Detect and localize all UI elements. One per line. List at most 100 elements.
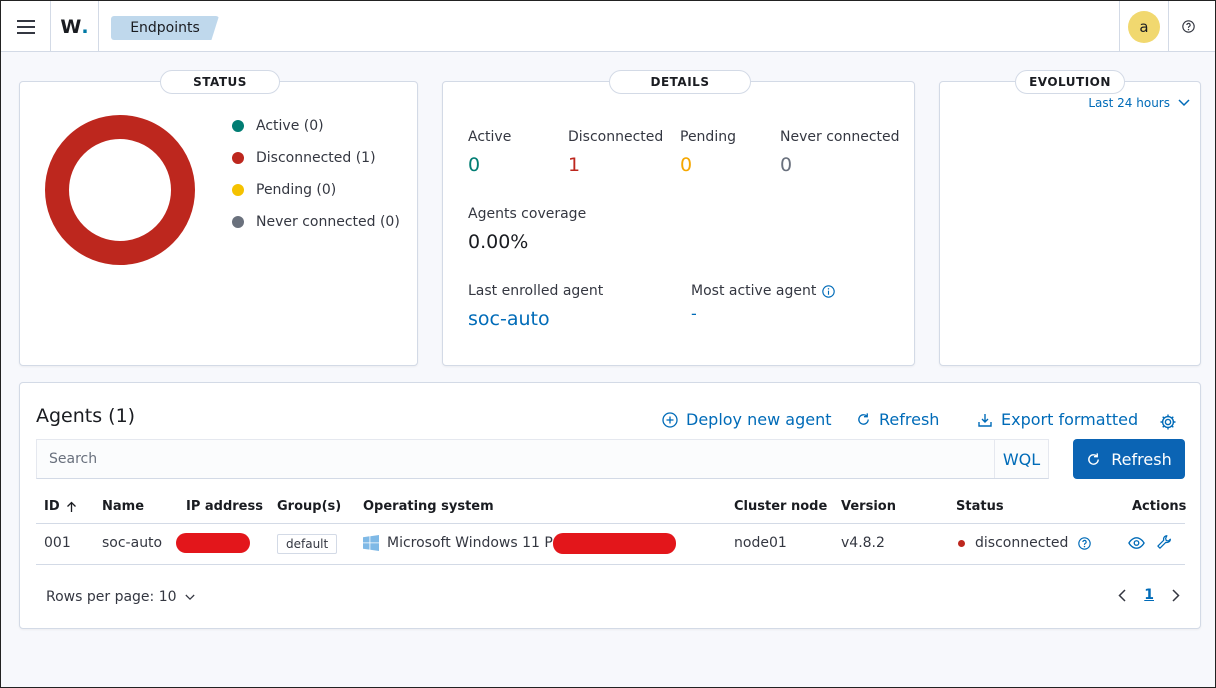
- sort-ascending-icon: [66, 501, 76, 512]
- legend-item-active[interactable]: Active (0): [232, 118, 324, 134]
- time-range-selector[interactable]: Last 24 hours: [1088, 96, 1190, 110]
- legend-label: Never connected (0): [256, 214, 400, 230]
- ip-redaction: [176, 533, 250, 553]
- export-label: Export formatted: [1001, 410, 1139, 429]
- column-header-cluster[interactable]: Cluster node: [734, 499, 827, 514]
- disconnected-label: Disconnected: [568, 129, 664, 145]
- agents-coverage-label: Agents coverage: [468, 206, 587, 222]
- windows-icon: [363, 535, 379, 551]
- deploy-new-agent-button[interactable]: Deploy new agent: [662, 410, 831, 429]
- group-badge[interactable]: default: [277, 534, 338, 554]
- refresh-link-button[interactable]: Refresh: [856, 410, 939, 429]
- hamburger-icon: [16, 19, 35, 34]
- table-header-divider: [36, 523, 1185, 524]
- refresh-button-label: Refresh: [1111, 449, 1172, 469]
- os-version-redaction: [553, 533, 676, 554]
- table-row-divider: [36, 564, 1185, 565]
- most-active-label: Most active agent: [691, 283, 817, 299]
- export-formatted-button[interactable]: Export formatted: [977, 410, 1138, 429]
- pagination: 1: [1118, 587, 1180, 603]
- last-enrolled-label: Last enrolled agent: [468, 283, 604, 299]
- info-icon: [822, 284, 836, 298]
- refresh-button[interactable]: Refresh: [1073, 439, 1185, 479]
- avatar: a: [1128, 10, 1160, 43]
- logo-dot: .: [81, 15, 89, 38]
- legend-item-pending[interactable]: Pending (0): [232, 182, 336, 198]
- never-connected-dot-icon: [232, 216, 244, 228]
- status-donut-chart: [45, 115, 195, 265]
- plus-circle-icon: [662, 411, 678, 428]
- os-name: Microsoft Windows 11 Pro: [387, 535, 567, 551]
- pending-count[interactable]: 0: [680, 154, 692, 176]
- status-panel: STATUS Active (0) Disconnected (1) Pendi…: [19, 70, 418, 366]
- agent-name-cell[interactable]: soc-auto: [102, 535, 162, 551]
- deploy-label: Deploy new agent: [686, 410, 832, 429]
- export-icon: [978, 413, 992, 427]
- disconnected-status-dot-icon: [958, 539, 965, 547]
- agent-id-cell[interactable]: 001: [44, 535, 71, 551]
- menu-button[interactable]: [1, 1, 51, 52]
- most-active-label-wrap: Most active agent: [691, 283, 836, 299]
- wql-button[interactable]: WQL: [994, 440, 1048, 478]
- column-header-status[interactable]: Status: [956, 499, 1004, 514]
- view-agent-eye-icon[interactable]: [1128, 536, 1145, 550]
- status-panel-title: STATUS: [160, 70, 280, 94]
- agents-panel: Agents (1) Deploy new agent Refresh Expo…: [19, 382, 1201, 629]
- gear-icon[interactable]: [1159, 413, 1177, 431]
- logo-letter: W: [60, 15, 82, 38]
- rows-per-page-label: Rows per page: 10: [46, 589, 177, 605]
- disconnected-count[interactable]: 1: [568, 154, 580, 176]
- column-header-ip[interactable]: IP address: [186, 499, 263, 514]
- rows-per-page-selector[interactable]: Rows per page: 10: [46, 589, 195, 605]
- legend-label: Pending (0): [256, 182, 337, 198]
- user-menu[interactable]: a: [1119, 1, 1169, 52]
- search-bar: WQL: [36, 439, 1049, 479]
- column-header-name[interactable]: Name: [102, 499, 144, 514]
- status-text: disconnected: [975, 535, 1069, 551]
- version-cell: v4.8.2: [841, 535, 885, 551]
- legend-item-never-connected[interactable]: Never connected (0): [232, 214, 400, 230]
- never-connected-count[interactable]: 0: [780, 154, 792, 176]
- active-label: Active: [468, 129, 512, 145]
- chevron-right-icon[interactable]: [1172, 588, 1180, 602]
- cluster-node-cell: node01: [734, 535, 787, 551]
- never-connected-label: Never connected: [780, 129, 900, 145]
- column-header-version[interactable]: Version: [841, 499, 896, 514]
- donut-disconnected-ring: [45, 115, 195, 265]
- legend-item-disconnected[interactable]: Disconnected (1): [232, 150, 376, 166]
- agents-title: Agents (1): [36, 405, 136, 427]
- evolution-panel-title: EVOLUTION: [1015, 70, 1125, 94]
- last-enrolled-agent-link[interactable]: soc-auto: [468, 308, 550, 330]
- help-icon[interactable]: [1179, 17, 1197, 35]
- top-header: W. Endpoints a: [1, 1, 1215, 52]
- status-cell: disconnected: [958, 535, 1092, 551]
- details-panel-title: DETAILS: [609, 70, 751, 94]
- refresh-icon: [1088, 452, 1100, 465]
- pending-label: Pending: [680, 129, 736, 145]
- column-header-os[interactable]: Operating system: [363, 499, 494, 514]
- active-count[interactable]: 0: [468, 154, 480, 176]
- legend-label: Disconnected (1): [256, 150, 376, 166]
- most-active-agent-value[interactable]: -: [691, 304, 697, 323]
- column-header-groups[interactable]: Group(s): [277, 499, 341, 514]
- column-header-actions: Actions: [1132, 499, 1187, 514]
- column-label: ID: [44, 499, 60, 514]
- details-panel: DETAILS Active 0 Disconnected 1 Pending …: [442, 70, 915, 366]
- disconnected-dot-icon: [232, 152, 244, 164]
- configure-agent-wrench-icon[interactable]: [1156, 534, 1173, 551]
- chevron-down-icon: [184, 594, 195, 600]
- pending-dot-icon: [232, 184, 244, 196]
- evolution-panel: EVOLUTION Last 24 hours: [939, 70, 1201, 366]
- refresh-link-label: Refresh: [879, 410, 940, 429]
- page-number-button[interactable]: 1: [1144, 587, 1154, 603]
- app-logo[interactable]: W.: [51, 1, 99, 52]
- active-dot-icon: [232, 120, 244, 132]
- legend-label: Active (0): [256, 118, 324, 134]
- breadcrumb-endpoints[interactable]: Endpoints: [111, 16, 219, 40]
- agents-coverage-value: 0.00%: [468, 231, 529, 253]
- agent-os-cell: Microsoft Windows 11 Pro: [363, 535, 567, 551]
- search-input[interactable]: [49, 440, 989, 478]
- column-header-id[interactable]: ID: [44, 499, 77, 514]
- chevron-left-icon[interactable]: [1118, 588, 1126, 602]
- refresh-icon: [858, 413, 869, 425]
